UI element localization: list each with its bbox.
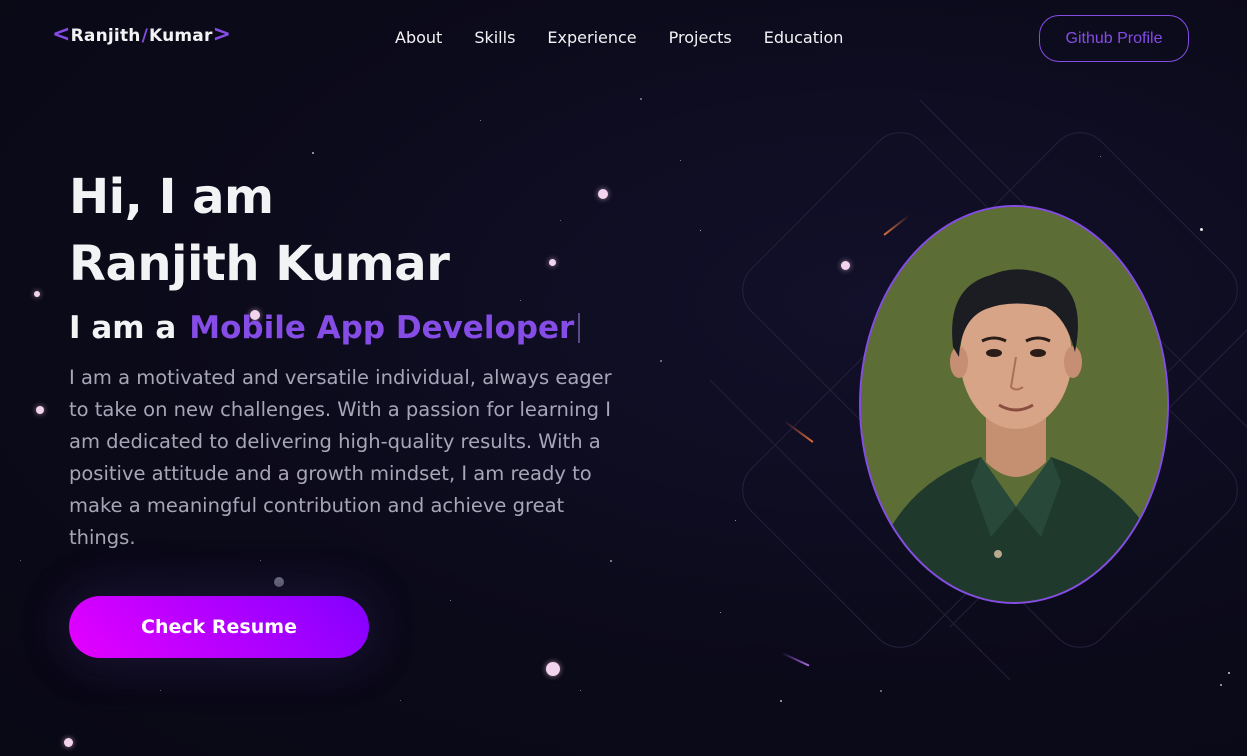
typewriter-role: Mobile App Developer bbox=[189, 310, 575, 346]
logo-first-name: Ranjith bbox=[70, 26, 141, 46]
nav-links: About Skills Experience Projects Educati… bbox=[395, 28, 843, 47]
navbar: < Ranjith / Kumar > About Skills Experie… bbox=[0, 0, 1247, 78]
nav-link-about[interactable]: About bbox=[395, 28, 442, 47]
nav-link-experience[interactable]: Experience bbox=[547, 28, 636, 47]
nav-link-education[interactable]: Education bbox=[764, 28, 844, 47]
right-bracket-icon: > bbox=[212, 21, 232, 47]
github-profile-button[interactable]: Github Profile bbox=[1039, 15, 1189, 62]
hero-title-line1: Hi, I am bbox=[69, 169, 274, 225]
typewriter-cursor bbox=[578, 313, 581, 343]
site-logo[interactable]: < Ranjith / Kumar > bbox=[52, 21, 232, 47]
hero-title-line2: Ranjith Kumar bbox=[69, 236, 450, 292]
profile-photo bbox=[859, 205, 1169, 604]
left-bracket-icon: < bbox=[52, 21, 71, 47]
nav-link-projects[interactable]: Projects bbox=[669, 28, 732, 47]
logo-slash: / bbox=[141, 26, 149, 46]
hero-title: Hi, I am Ranjith Kumar bbox=[69, 164, 450, 298]
hero-description: I am a motivated and versatile individua… bbox=[69, 366, 612, 549]
subtitle-prefix: I am a bbox=[69, 310, 177, 346]
check-resume-button[interactable]: Check Resume bbox=[69, 596, 369, 658]
logo-last-name: Kumar bbox=[149, 26, 213, 46]
nav-link-skills[interactable]: Skills bbox=[474, 28, 515, 47]
hero-subtitle: I am a Mobile App Developer bbox=[69, 308, 581, 348]
portfolio-page: < Ranjith / Kumar > About Skills Experie… bbox=[0, 0, 1247, 756]
profile-portrait-illustration bbox=[861, 207, 1167, 602]
